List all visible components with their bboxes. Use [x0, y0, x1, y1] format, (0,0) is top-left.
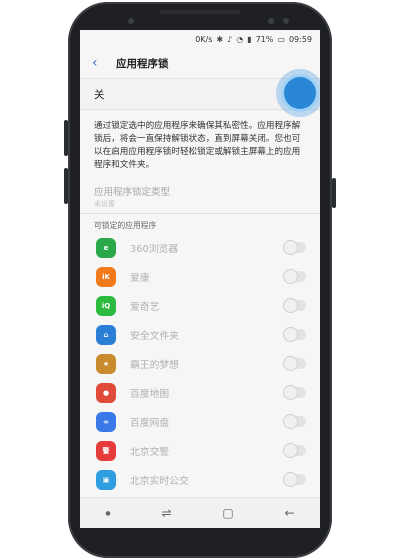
app-name: 百度网盘 — [130, 417, 170, 429]
app-name: 安全文件夹 — [130, 330, 179, 342]
volume-down-button — [64, 168, 68, 204]
app-folder-icon: ⌂ — [96, 324, 116, 345]
app-name: 爱奇艺 — [130, 301, 160, 313]
master-toggle-label: 关 — [94, 88, 105, 101]
sensor-icon — [128, 18, 134, 24]
page-title: 应用程序锁 — [116, 57, 169, 70]
app-name: 北京实时公交 — [130, 475, 189, 487]
app-lock-switch[interactable] — [284, 473, 306, 486]
app-cloud-icon: ∞ — [96, 411, 116, 432]
app-lock-switch[interactable] — [284, 386, 306, 399]
app-badge-icon: 警 — [96, 440, 116, 461]
back-icon[interactable]: ← — [285, 506, 295, 520]
app-row[interactable]: iQ 爱奇艺 — [80, 291, 320, 320]
app-bus-icon: ▣ — [96, 469, 116, 490]
battery-icon: ▭ — [277, 34, 285, 44]
wifi-icon: ◔ — [236, 34, 244, 44]
lock-type-label: 应用程序锁定类型 — [94, 187, 171, 198]
signal-icon: ▮ — [247, 34, 252, 44]
app-row[interactable]: ⌂ 安全文件夹 — [80, 320, 320, 349]
app-row[interactable]: e 360浏览器 — [80, 233, 320, 262]
volume-up-button — [64, 120, 68, 156]
navigation-bar: ● ⇌ ▢ ← — [80, 497, 320, 528]
app-row[interactable]: 警 北京交警 — [80, 436, 320, 465]
app-lock-switch[interactable] — [284, 270, 306, 283]
camera-icon — [268, 18, 274, 24]
app-pin-icon: ● — [96, 382, 116, 403]
home-icon[interactable]: ▢ — [222, 506, 233, 520]
app-e-icon: e — [96, 237, 116, 258]
screen: 0K/s ✱ ♪ ◔ ▮ 71% ▭ 09:59 ‹ 应用程序锁 关 通过锁定选… — [80, 30, 320, 528]
mute-icon: ♪ — [227, 34, 233, 44]
recents-icon[interactable]: ⇌ — [161, 506, 171, 520]
app-row[interactable]: ● 百度地图 — [80, 378, 320, 407]
clock: 09:59 — [288, 34, 312, 44]
network-speed: 0K/s — [195, 34, 213, 44]
app-name: 北京交警 — [130, 446, 170, 458]
app-name: 360浏览器 — [130, 243, 179, 255]
app-list: e 360浏览器 iK 爱康 iQ 爱奇艺 ⌂ 安全文件夹 ★ 霸王的梦想 ● 百度地图 ∞ 百度网盘警北… — [80, 233, 320, 523]
app-lock-switch[interactable] — [284, 241, 306, 254]
lock-type-value: 未设置 — [94, 200, 115, 208]
sensor-icon — [283, 18, 289, 24]
section-header: 可锁定的应用程序 — [94, 221, 157, 230]
master-toggle-row[interactable]: 关 — [80, 69, 320, 117]
app-row[interactable]: ▣ 北京实时公交 — [80, 465, 320, 494]
dot-icon[interactable]: ● — [105, 510, 110, 517]
app-lock-switch[interactable] — [284, 328, 306, 341]
master-toggle-switch[interactable] — [276, 69, 320, 117]
app-name: 霸王的梦想 — [130, 359, 179, 371]
app-lock-switch[interactable] — [284, 444, 306, 457]
app-name: 爱康 — [130, 272, 150, 284]
app-lock-switch[interactable] — [284, 415, 306, 428]
status-bar: 0K/s ✱ ♪ ◔ ▮ 71% ▭ 09:59 — [80, 30, 320, 48]
lock-type-setting[interactable]: 应用程序锁定类型 未设置 — [80, 178, 320, 214]
app-iKang-icon: iK — [96, 266, 116, 287]
app-name: 百度地图 — [130, 388, 170, 400]
app-lock-switch[interactable] — [284, 357, 306, 370]
app-game-icon: ★ — [96, 353, 116, 374]
app-row[interactable]: ∞ 百度网盘 — [80, 407, 320, 436]
bluetooth-icon: ✱ — [216, 34, 224, 44]
description-text: 通过锁定选中的应用程序来确保其私密性。应用程序解锁后，将会一直保持解锁状态，直到… — [94, 121, 301, 170]
power-button — [332, 178, 336, 208]
battery-level: 71% — [255, 34, 274, 44]
app-iQIYI-icon: iQ — [96, 295, 116, 316]
earpiece — [160, 10, 240, 14]
app-row[interactable]: iK 爱康 — [80, 262, 320, 291]
back-arrow-icon[interactable]: ‹ — [92, 55, 112, 71]
app-row[interactable]: ★ 霸王的梦想 — [80, 349, 320, 378]
app-lock-switch[interactable] — [284, 299, 306, 312]
